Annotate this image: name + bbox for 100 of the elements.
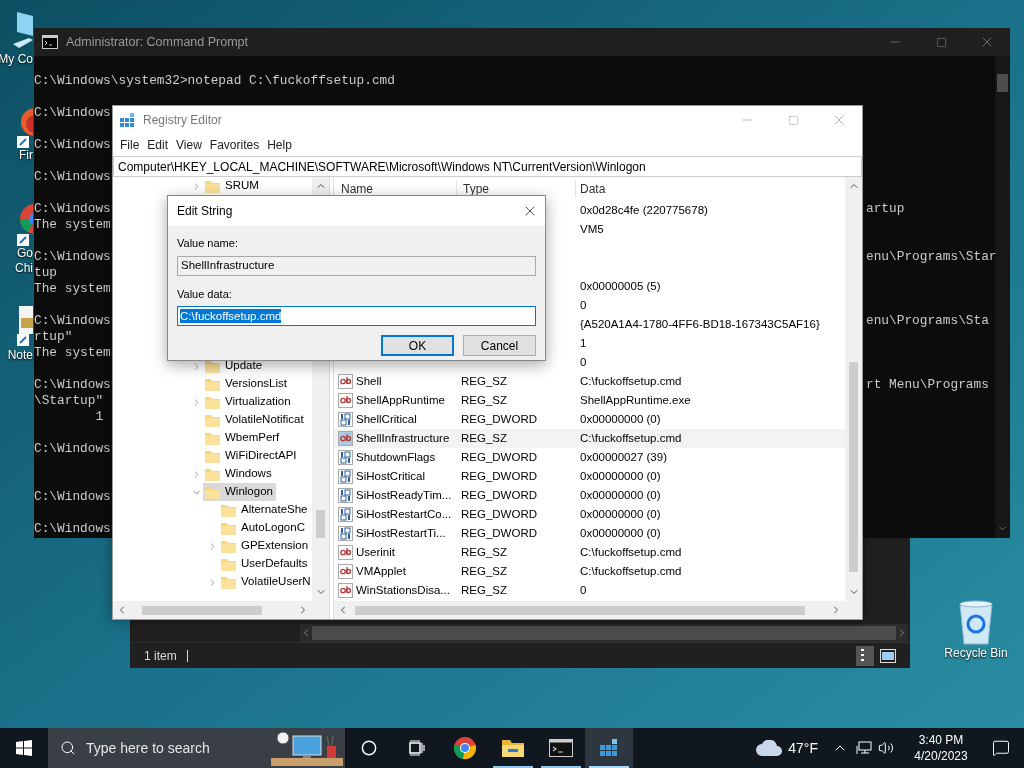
scrollbar-thumb[interactable]	[142, 605, 262, 615]
dialog-button[interactable]: Cancel	[463, 335, 536, 356]
details-view-icon[interactable]	[856, 645, 874, 666]
search-field[interactable]: Type here to search	[48, 728, 345, 768]
desktop-icon-label[interactable]: Chi	[15, 261, 33, 276]
value-data: C:\fuckoffsetup.cmd	[580, 374, 682, 387]
console-line: C:\Windows	[34, 169, 111, 185]
value-name-field[interactable]: ShellInfrastructure	[177, 255, 536, 276]
value-data: 0x00000000 (0)	[580, 412, 661, 425]
taskbar-button[interactable]	[585, 728, 633, 768]
value-data: 0	[580, 298, 587, 311]
tree-item[interactable]: Windows	[203, 465, 275, 483]
binary-value-icon	[338, 412, 353, 427]
value-type: REG_SZ	[461, 583, 507, 596]
value-name-cell[interactable]: Shell	[334, 372, 457, 391]
tree-item[interactable]: AutoLogonC	[219, 519, 308, 537]
desktop-icon-label[interactable]: Note	[7, 348, 33, 363]
value-data: 0x00000005 (5)	[580, 279, 661, 292]
string-value-icon	[338, 393, 353, 408]
value-name-cell[interactable]: SiHostRestartTi...	[334, 524, 457, 543]
folder-icon	[205, 485, 220, 499]
volume-icon[interactable]	[878, 740, 894, 756]
folder-icon	[205, 413, 220, 427]
desk-illustration-drawing	[271, 730, 343, 766]
value-name-cell[interactable]: ShutdownFlags	[334, 448, 457, 467]
folder-icon	[221, 503, 236, 517]
console-line: The system	[34, 345, 111, 361]
value-data: C:\fuckoffsetup.cmd	[580, 545, 682, 558]
tree-item[interactable]: UserDefaults	[219, 555, 311, 573]
desktop-icon-label[interactable]: Go	[17, 246, 33, 261]
tree-item[interactable]: VersionsList	[203, 375, 290, 393]
value-name-cell[interactable]: VMApplet	[334, 562, 457, 581]
value-data: C:\fuckoffsetup.cmd	[580, 564, 682, 577]
cloud-icon[interactable]	[756, 740, 783, 756]
maximize-icon	[935, 36, 947, 48]
weather-temperature[interactable]: 47°F	[788, 737, 818, 759]
notifications-icon[interactable]	[992, 739, 1010, 757]
tree-item[interactable]: Winlogon	[203, 483, 276, 501]
tree-item[interactable]: Update	[203, 357, 266, 375]
desktop-icon-label[interactable]: My Co	[0, 52, 33, 67]
value-name-cell[interactable]: ShellInfrastructure	[334, 429, 457, 448]
scrollbar-thumb[interactable]	[312, 626, 896, 640]
column-header[interactable]: Data	[576, 180, 606, 198]
menu-item[interactable]: Favorites	[205, 135, 264, 155]
value-name-cell[interactable]: SiHostReadyTim...	[334, 486, 457, 505]
address-bar[interactable]: Computer\HKEY_LOCAL_MACHINE\SOFTWARE\Microsoft\Windows NT\CurrentVersion\Winlogon	[113, 156, 862, 177]
status-text: 1 item	[144, 647, 177, 665]
task-view-icon	[408, 740, 426, 756]
dialog-button[interactable]: OK	[381, 335, 454, 356]
value-data: ShellAppRuntime.exe	[580, 393, 691, 406]
menu-item[interactable]: File	[116, 135, 144, 155]
network-icon[interactable]	[856, 741, 872, 755]
value-name-cell[interactable]: ShellCritical	[334, 410, 457, 429]
value-data: VM5	[580, 222, 604, 235]
console-line: C:\Windows	[34, 105, 111, 121]
scrollbar-thumb[interactable]	[997, 74, 1008, 92]
value-data: 0	[580, 355, 587, 368]
menu-item[interactable]: View	[172, 135, 206, 155]
terminal-icon	[549, 739, 573, 757]
console-line: C:\Windows	[34, 313, 111, 329]
tree-item[interactable]: AlternateShe	[219, 501, 311, 519]
value-name-cell[interactable]: SiHostCritical	[334, 467, 457, 486]
value-data: 0x00000000 (0)	[580, 488, 661, 501]
tree-item[interactable]: WbemPerf	[203, 429, 283, 447]
value-type: REG_DWORD	[461, 488, 538, 501]
value-type: REG_SZ	[461, 393, 507, 406]
binary-value-icon	[338, 507, 353, 522]
value-name-cell[interactable]: SiHostRestartCo...	[334, 505, 457, 524]
desktop-icon-label[interactable]: Fir	[19, 148, 33, 163]
large-icons-view-icon[interactable]	[880, 648, 896, 663]
tree-item[interactable]: GPExtension	[219, 537, 312, 555]
scrollbar-thumb[interactable]	[849, 362, 858, 572]
value-data-field[interactable]: C:\fuckoffsetup.cmd	[177, 306, 536, 326]
menu-item[interactable]: Help	[263, 135, 296, 155]
console-line: 1	[94, 409, 104, 425]
value-name-cell[interactable]: WinStationsDisa...	[334, 581, 457, 600]
registry-cubes-icon	[598, 737, 620, 759]
console-line: C:\Windows	[34, 441, 111, 457]
tree-item[interactable]: SRUM	[203, 177, 262, 195]
tree-item[interactable]: WiFiDirectAPI	[203, 447, 300, 465]
value-data: 1	[580, 336, 587, 349]
value-data: 0x00000000 (0)	[580, 507, 661, 520]
scrollbar-thumb[interactable]	[316, 510, 325, 538]
value-name-cell[interactable]: ShellAppRuntime	[334, 391, 457, 410]
windows-logo-icon	[16, 740, 32, 756]
scrollbar-thumb[interactable]	[355, 605, 805, 615]
notepad-icon	[15, 304, 33, 348]
desktop-icon-label[interactable]: Recycle Bin	[944, 646, 1008, 661]
console-line: C:\Windows	[34, 249, 111, 265]
menu-item[interactable]: Edit	[143, 135, 173, 155]
binary-value-icon	[338, 526, 353, 541]
tree-item[interactable]: VolatileUserN	[219, 573, 314, 591]
console-line: C:\Windows	[34, 521, 111, 537]
console-line: C:\Windows\system32>notepad C:\fuckoffsetup.cmd	[34, 73, 395, 89]
clock-date[interactable]: 4/20/2023	[914, 748, 968, 764]
value-name-cell[interactable]: Userinit	[334, 543, 457, 562]
console-line: C:\Windows	[34, 137, 111, 153]
tree-item[interactable]: Virtualization	[203, 393, 294, 411]
tree-item[interactable]: VolatileNotificat	[203, 411, 307, 429]
clock-time[interactable]: 3:40 PM	[918, 732, 964, 748]
